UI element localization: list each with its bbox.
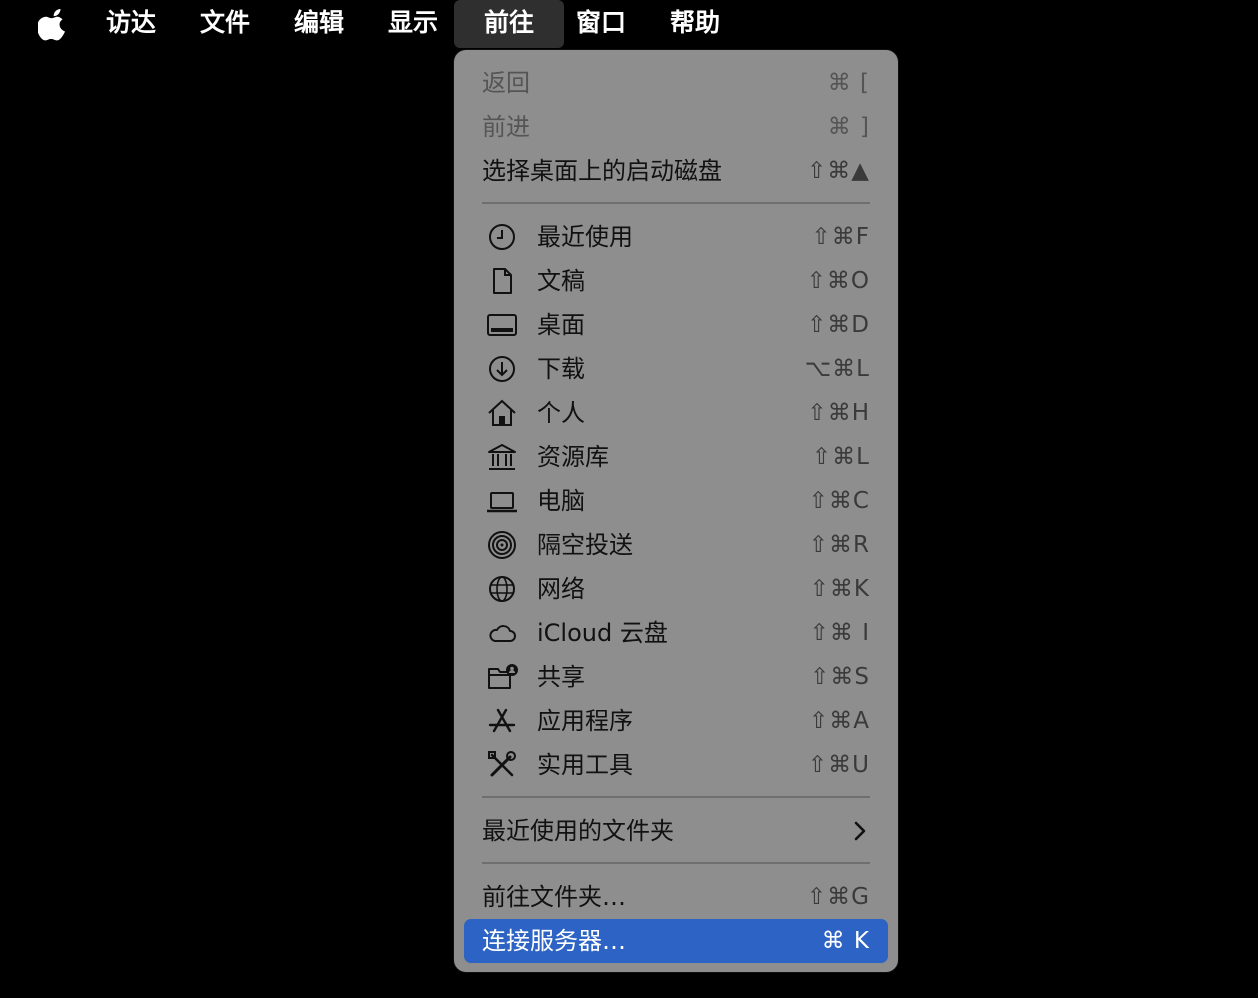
shortcut: ⇧⌘H xyxy=(807,400,870,426)
menu-item-utilities[interactable]: 实用工具 ⇧⌘U xyxy=(454,743,898,787)
library-icon xyxy=(486,441,518,473)
menu-item-label: 个人 xyxy=(537,399,585,427)
menubar-item-window[interactable]: 窗口 xyxy=(576,0,626,48)
shortcut: ⇧⌘F xyxy=(811,224,870,250)
shortcut: ⇧⌘R xyxy=(808,532,870,558)
shortcut: ⇧⌘G xyxy=(806,884,870,910)
menu-item-label: 实用工具 xyxy=(537,751,633,779)
menubar-item-edit[interactable]: 编辑 xyxy=(294,0,344,48)
menu-item-recent-folders[interactable]: 最近使用的文件夹 xyxy=(454,809,898,853)
shortcut: ⇧⌘S xyxy=(810,664,870,690)
menu-item-startup-disk[interactable]: 选择桌面上的启动磁盘 ⇧⌘▲ xyxy=(454,149,898,193)
go-menu: 返回 ⌘ [ 前进 ⌘ ] 选择桌面上的启动磁盘 ⇧⌘▲ 最近使用 ⇧⌘F 文稿… xyxy=(454,50,898,972)
menu-item-connect-to-server[interactable]: 连接服务器… ⌘ K xyxy=(464,919,888,963)
menu-item-label: 连接服务器… xyxy=(482,927,626,955)
shortcut: ⌘ [ xyxy=(827,70,870,96)
shortcut: ⇧⌘A xyxy=(808,708,870,734)
shortcut: ⌘ K xyxy=(821,928,870,954)
menu-item-label: 下载 xyxy=(537,355,585,383)
menu-item-label: 电脑 xyxy=(537,487,585,515)
menubar-item-finder[interactable]: 访达 xyxy=(106,0,156,48)
globe-icon xyxy=(486,573,518,605)
menu-item-label: 前往文件夹… xyxy=(482,883,626,911)
menu-item-label: 桌面 xyxy=(537,311,585,339)
menu-item-applications[interactable]: 应用程序 ⇧⌘A xyxy=(454,699,898,743)
menu-item-label: 资源库 xyxy=(537,443,609,471)
cloud-icon xyxy=(486,617,518,649)
menu-separator xyxy=(482,862,870,864)
menu-item-label: 网络 xyxy=(537,575,585,603)
shortcut: ⇧⌘ I xyxy=(809,620,870,646)
menu-item-label: 文稿 xyxy=(537,267,585,295)
shortcut: ⇧⌘L xyxy=(811,444,870,470)
menubar-item-help[interactable]: 帮助 xyxy=(670,0,720,48)
laptop-icon xyxy=(486,485,518,517)
shortcut: ⌘ ] xyxy=(827,114,870,140)
clock-icon xyxy=(486,221,518,253)
menu-item-label: 选择桌面上的启动磁盘 xyxy=(482,157,722,185)
menu-item-label: 前进 xyxy=(482,113,530,141)
tools-icon xyxy=(486,749,518,781)
menu-item-recents[interactable]: 最近使用 ⇧⌘F xyxy=(454,215,898,259)
shortcut: ⇧⌘O xyxy=(806,268,870,294)
menu-item-computer[interactable]: 电脑 ⇧⌘C xyxy=(454,479,898,523)
menubar-item-go[interactable]: 前往 xyxy=(454,0,564,48)
apple-logo-icon[interactable] xyxy=(38,6,70,42)
home-icon xyxy=(486,397,518,429)
menu-item-documents[interactable]: 文稿 ⇧⌘O xyxy=(454,259,898,303)
shortcut: ⇧⌘▲ xyxy=(807,158,870,184)
menu-item-shared[interactable]: 共享 ⇧⌘S xyxy=(454,655,898,699)
menu-item-label: 返回 xyxy=(482,69,530,97)
menu-item-label: iCloud 云盘 xyxy=(537,619,668,647)
airdrop-icon xyxy=(486,529,518,561)
menubar-item-file[interactable]: 文件 xyxy=(200,0,250,48)
shortcut: ⇧⌘C xyxy=(808,488,870,514)
menu-item-library[interactable]: 资源库 ⇧⌘L xyxy=(454,435,898,479)
shared-folder-icon xyxy=(486,661,518,693)
menu-item-back[interactable]: 返回 ⌘ [ xyxy=(454,61,898,105)
desktop-icon xyxy=(486,309,518,341)
download-icon xyxy=(486,353,518,385)
menu-item-icloud-drive[interactable]: iCloud 云盘 ⇧⌘ I xyxy=(454,611,898,655)
menu-item-airdrop[interactable]: 隔空投送 ⇧⌘R xyxy=(454,523,898,567)
chevron-right-icon xyxy=(852,819,868,843)
menu-separator xyxy=(482,202,870,204)
menu-item-label: 隔空投送 xyxy=(537,531,633,559)
menu-item-go-to-folder[interactable]: 前往文件夹… ⇧⌘G xyxy=(454,875,898,919)
shortcut: ⇧⌘U xyxy=(807,752,870,778)
menubar-item-view[interactable]: 显示 xyxy=(388,0,438,48)
menu-item-label: 最近使用 xyxy=(537,223,633,251)
shortcut: ⇧⌘K xyxy=(809,576,870,602)
shortcut: ⇧⌘D xyxy=(807,312,870,338)
menu-item-forward[interactable]: 前进 ⌘ ] xyxy=(454,105,898,149)
menu-separator xyxy=(482,796,870,798)
app-store-icon xyxy=(486,705,518,737)
menu-item-home[interactable]: 个人 ⇧⌘H xyxy=(454,391,898,435)
shortcut: ⌥⌘L xyxy=(804,356,870,382)
menu-item-label: 应用程序 xyxy=(537,707,633,735)
menu-item-downloads[interactable]: 下载 ⌥⌘L xyxy=(454,347,898,391)
menu-item-network[interactable]: 网络 ⇧⌘K xyxy=(454,567,898,611)
document-icon xyxy=(486,265,518,297)
menu-bar: 访达 文件 编辑 显示 前往 窗口 帮助 xyxy=(0,0,1258,48)
menu-item-label: 共享 xyxy=(537,663,585,691)
menu-item-desktop[interactable]: 桌面 ⇧⌘D xyxy=(454,303,898,347)
menu-item-label: 最近使用的文件夹 xyxy=(482,817,674,845)
